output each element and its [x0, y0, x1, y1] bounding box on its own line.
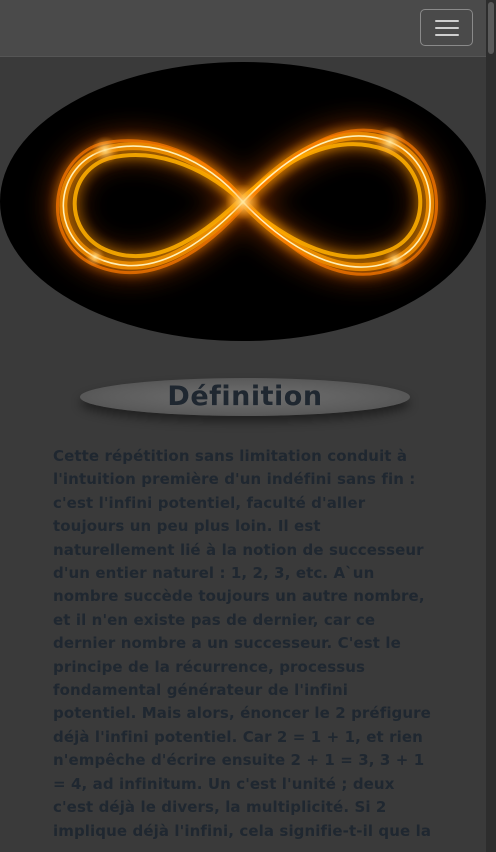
hamburger-icon-bar [435, 27, 459, 29]
scrollbar[interactable] [486, 0, 496, 852]
infinity-glow-icon [52, 125, 441, 278]
definition-paragraph: Cette répétition sans limitation conduit… [53, 447, 432, 840]
navbar-toggle-button[interactable] [420, 9, 473, 46]
hero-infinity-image [0, 62, 486, 341]
page-title: Définition [167, 381, 323, 412]
hamburger-icon [435, 20, 459, 22]
section-heading: Définition [80, 378, 410, 416]
top-navbar [0, 0, 486, 57]
scrollbar-thumb[interactable] [488, 2, 494, 54]
hamburger-icon-bar [435, 34, 459, 36]
